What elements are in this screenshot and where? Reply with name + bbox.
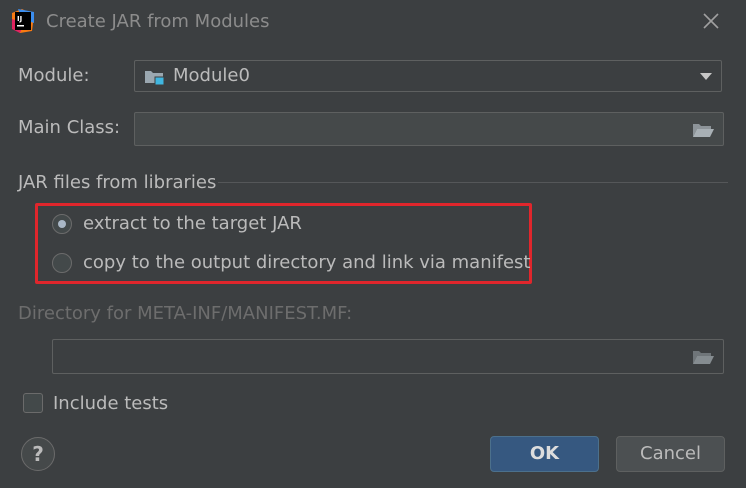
cancel-button[interactable]: Cancel	[616, 436, 725, 472]
chevron-down-icon	[700, 73, 712, 80]
module-label: Module:	[18, 65, 90, 86]
browse-folder-icon[interactable]	[691, 348, 715, 370]
radio-selected-dot	[58, 220, 66, 228]
close-icon	[703, 13, 719, 29]
main-class-label: Main Class:	[18, 117, 121, 138]
ok-button[interactable]: OK	[490, 436, 599, 472]
libraries-section-label: JAR files from libraries	[18, 172, 217, 193]
section-divider	[218, 182, 728, 183]
radio-copy-label[interactable]: copy to the output directory and link vi…	[83, 251, 530, 275]
manifest-dir-field[interactable]	[52, 339, 724, 374]
main-class-field[interactable]	[134, 112, 724, 146]
dialog-title: Create JAR from Modules	[46, 11, 270, 32]
intellij-app-icon: IJ	[12, 9, 34, 33]
module-dropdown[interactable]: Module0	[134, 60, 722, 92]
close-button[interactable]	[698, 8, 724, 34]
module-folder-icon	[144, 68, 166, 90]
radio-extract-label[interactable]: extract to the target JAR	[83, 212, 302, 236]
browse-folder-icon[interactable]	[691, 121, 715, 143]
include-tests-checkbox[interactable]	[23, 393, 43, 413]
radio-copy[interactable]	[52, 253, 72, 273]
include-tests-label[interactable]: Include tests	[53, 392, 168, 416]
radio-extract[interactable]	[52, 214, 72, 234]
manifest-dir-label: Directory for META-INF/MANIFEST.MF:	[18, 303, 353, 324]
module-value: Module0	[173, 65, 250, 86]
help-button[interactable]: ?	[21, 437, 55, 471]
help-icon: ?	[32, 442, 44, 466]
svg-text:IJ: IJ	[17, 15, 22, 23]
